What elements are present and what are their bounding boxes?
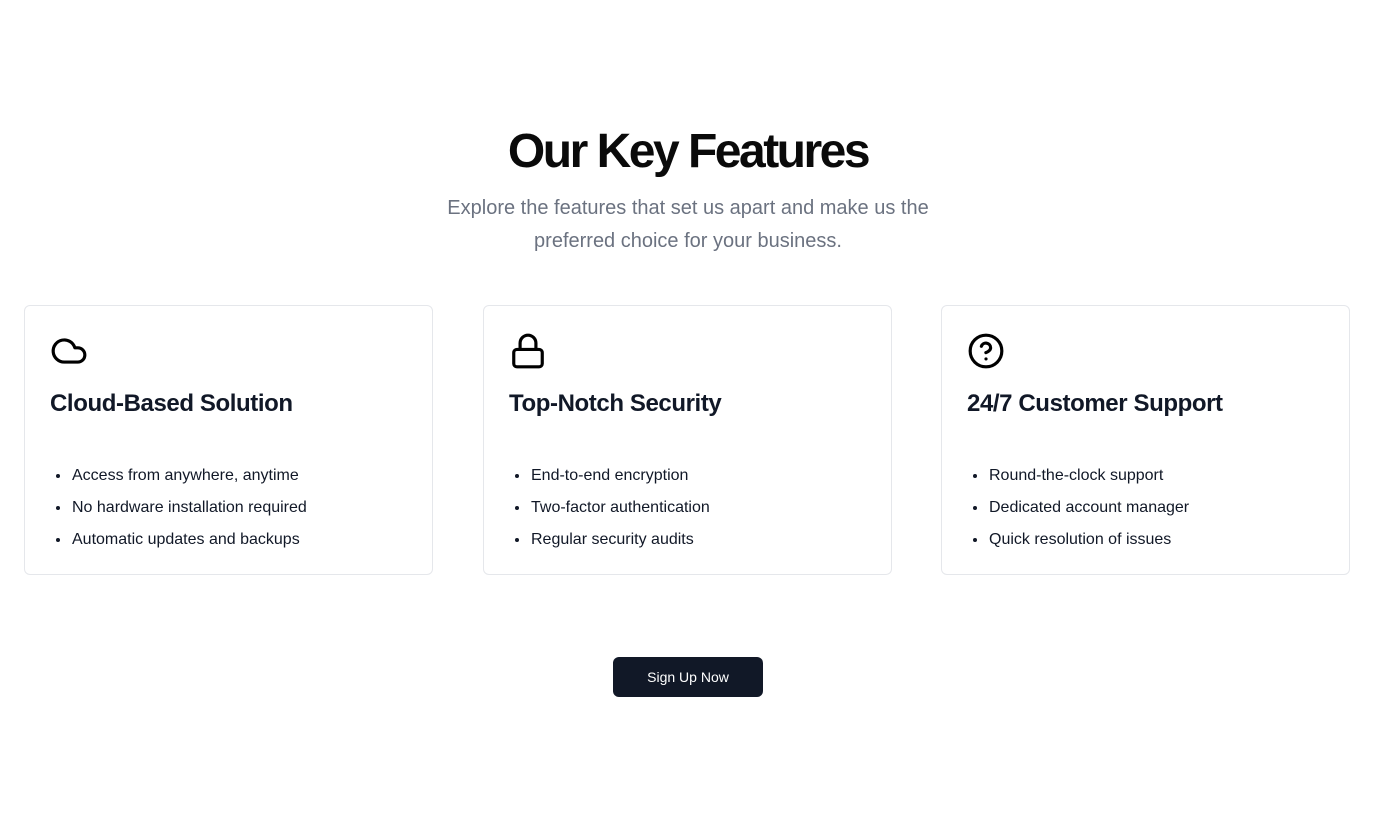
sign-up-button[interactable]: Sign Up Now [613,657,763,697]
feature-list: Round-the-clock support Dedicated accoun… [967,460,1189,556]
feature-list-item: No hardware installation required [71,492,307,524]
feature-list: End-to-end encryption Two-factor authent… [509,460,710,556]
feature-list-item: Regular security audits [530,524,710,556]
feature-list-item: Round-the-clock support [988,460,1189,492]
feature-list-item: Quick resolution of issues [988,524,1189,556]
cloud-icon [51,338,87,364]
section-subtitle: Explore the features that set us apart a… [447,197,929,252]
feature-list-item: Dedicated account manager [988,492,1189,524]
feature-card-cloud: Cloud-Based Solution Access from anywher… [24,305,433,575]
feature-list-item: Two-factor authentication [530,492,710,524]
feature-title: Cloud-Based Solution [50,390,293,417]
feature-list-item: End-to-end encryption [530,460,710,492]
feature-card-security: Top-Notch Security End-to-end encryption… [483,305,892,575]
feature-list: Access from anywhere, anytime No hardwar… [50,460,307,556]
feature-list-item: Access from anywhere, anytime [71,460,307,492]
feature-title: 24/7 Customer Support [967,390,1223,417]
features-section: Our Key Features Explore the features th… [0,0,1376,825]
feature-list-item: Automatic updates and backups [71,524,307,556]
help-circle-icon [968,333,1004,369]
feature-title: Top-Notch Security [509,390,722,417]
section-title: Our Key Features [507,125,871,178]
feature-card-support: 24/7 Customer Support Round-the-clock su… [941,305,1350,575]
lock-icon [512,333,544,369]
